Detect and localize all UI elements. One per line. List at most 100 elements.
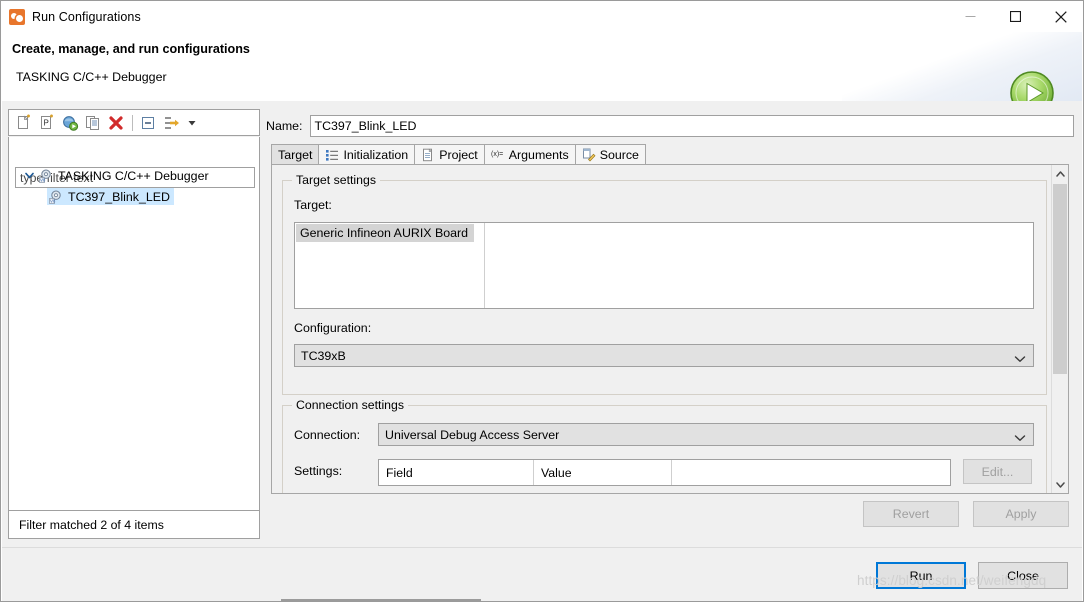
export-icon[interactable] [61, 114, 79, 132]
target-settings-group: Target settings Target: Generic Infineon… [282, 173, 1047, 395]
connection-label: Connection: [294, 428, 361, 442]
tab-source-label: Source [599, 147, 639, 162]
chevron-down-icon[interactable] [1014, 352, 1026, 362]
chevron-down-icon[interactable] [185, 114, 199, 132]
svg-text:(x)=: (x)= [491, 151, 503, 158]
connection-select[interactable]: Universal Debug Access Server [378, 423, 1034, 446]
clipped-content-sliver [281, 599, 481, 601]
tab-target-label: Target [278, 147, 313, 162]
tree-item-tasking-debugger[interactable]: V8 TASKING C/C++ Debugger [9, 165, 259, 186]
settings-table-header-value[interactable]: Value [534, 460, 672, 485]
tree-item-selected-wrapper[interactable]: V8 TC397_Blink_LED [47, 188, 174, 205]
dialog-body: P type filter text V8 TASKING C/C++ Debu… [2, 101, 1082, 547]
target-list[interactable]: Generic Infineon AURIX Board [294, 222, 1034, 309]
run-configurations-icon [9, 8, 25, 25]
page-subtitle: TASKING C/C++ Debugger [16, 70, 167, 84]
footer-buttons: Run Close [876, 562, 1068, 589]
tree-rows: V8 TASKING C/C++ Debugger V8 TC397_Blink… [9, 165, 259, 207]
run-button-label: Run [909, 568, 933, 583]
dialog-footer: Run Close [2, 547, 1082, 601]
collapse-all-icon[interactable] [139, 114, 157, 132]
configurations-panel: P type filter text V8 TASKING C/C++ Debu… [8, 109, 260, 539]
close-button-label: Close [1007, 568, 1039, 583]
tree-item-tc397-blink-led[interactable]: V8 TC397_Blink_LED [9, 186, 259, 207]
debugger-gear-icon: V8 [49, 189, 64, 204]
scroll-down-icon[interactable] [1052, 476, 1068, 493]
target-tab-panel: Target settings Target: Generic Infineon… [271, 164, 1069, 494]
target-settings-title: Target settings [292, 173, 380, 187]
connection-value: Universal Debug Access Server [385, 427, 560, 442]
settings-table-header-field[interactable]: Field [379, 460, 534, 485]
variable-icon: (x)= [491, 148, 505, 162]
svg-text:P: P [44, 118, 49, 127]
settings-label: Settings: [294, 464, 343, 478]
settings-table[interactable]: Field Value [378, 459, 951, 486]
name-input-value: TC397_Blink_LED [314, 119, 417, 133]
new-prototype-icon[interactable]: P [38, 114, 56, 132]
apply-button[interactable]: Apply [973, 501, 1069, 527]
maximize-button[interactable] [993, 1, 1038, 32]
scroll-up-icon[interactable] [1052, 165, 1068, 182]
tab-bar: Target Initialization Project (x)= Argum… [271, 143, 646, 165]
tab-project-label: Project [439, 147, 478, 162]
svg-text:V8: V8 [50, 199, 56, 204]
filter-status-bar: Filter matched 2 of 4 items [8, 511, 260, 539]
connection-settings-title: Connection settings [292, 398, 409, 412]
chevron-down-icon[interactable] [23, 169, 36, 182]
edit-button[interactable]: Edit... [963, 459, 1032, 484]
connection-settings-group: Connection settings Connection: Universa… [282, 398, 1047, 493]
tab-target[interactable]: Target [271, 144, 319, 165]
edit-button-label: Edit... [981, 464, 1014, 479]
debugger-gear-icon: V8 [39, 168, 54, 183]
tree-item-label: TC397_Blink_LED [68, 189, 170, 204]
list-icon [325, 148, 339, 162]
dialog-header: Create, manage, and run configurations T… [2, 32, 1082, 115]
configurations-toolbar: P [8, 109, 260, 136]
configuration-label: Configuration: [294, 321, 372, 335]
settings-table-header-extra[interactable] [672, 460, 950, 485]
tree-item-label: TASKING C/C++ Debugger [58, 168, 209, 183]
revert-button[interactable]: Revert [863, 501, 959, 527]
duplicate-icon[interactable] [84, 114, 102, 132]
tab-initialization[interactable]: Initialization [318, 144, 415, 165]
svg-text:V8: V8 [40, 178, 46, 183]
source-edit-icon [582, 148, 596, 162]
target-label: Target: [294, 198, 332, 212]
tab-initialization-label: Initialization [343, 147, 409, 162]
configuration-editor: Name: TC397_Blink_LED Target Initializat… [266, 109, 1074, 539]
name-row: Name: TC397_Blink_LED [266, 114, 1074, 138]
close-button[interactable] [1038, 1, 1083, 32]
run-configurations-dialog: Run Configurations Create, manage, and r… [0, 0, 1084, 602]
window-controls [948, 1, 1083, 32]
revert-button-label: Revert [892, 507, 930, 521]
configuration-select[interactable]: TC39xB [294, 344, 1034, 367]
tab-arguments-label: Arguments [508, 147, 569, 162]
toolbar-separator [132, 114, 133, 131]
page-title: Create, manage, and run configurations [12, 42, 250, 56]
filter-icon[interactable] [162, 114, 180, 132]
content-scrollbar[interactable] [1051, 165, 1068, 493]
new-configuration-icon[interactable] [15, 114, 33, 132]
title-bar: Run Configurations [1, 1, 1083, 32]
name-label: Name: [266, 119, 303, 133]
target-list-item[interactable]: Generic Infineon AURIX Board [296, 224, 475, 242]
window-title: Run Configurations [32, 9, 141, 24]
configuration-value: TC39xB [301, 348, 346, 363]
tab-project[interactable]: Project [414, 144, 484, 165]
apply-button-label: Apply [1005, 507, 1037, 521]
name-input[interactable]: TC397_Blink_LED [309, 115, 1074, 137]
configurations-tree[interactable]: type filter text V8 TASKING C/C++ Debugg… [8, 137, 260, 511]
run-button[interactable]: Run [876, 562, 966, 589]
target-list-item-label: Generic Infineon AURIX Board [300, 226, 469, 240]
tab-source[interactable]: Source [574, 144, 646, 165]
delete-icon[interactable] [107, 114, 125, 132]
tab-arguments[interactable]: (x)= Arguments [483, 144, 575, 165]
filter-status-text: Filter matched 2 of 4 items [19, 517, 164, 532]
document-icon [421, 147, 435, 162]
revert-apply-row: Revert Apply [266, 501, 1069, 527]
minimize-button[interactable] [948, 1, 993, 32]
close-button-footer[interactable]: Close [978, 562, 1068, 589]
chevron-down-icon[interactable] [1014, 431, 1026, 441]
scrollbar-thumb[interactable] [1053, 184, 1067, 374]
list-column-divider [484, 223, 485, 308]
